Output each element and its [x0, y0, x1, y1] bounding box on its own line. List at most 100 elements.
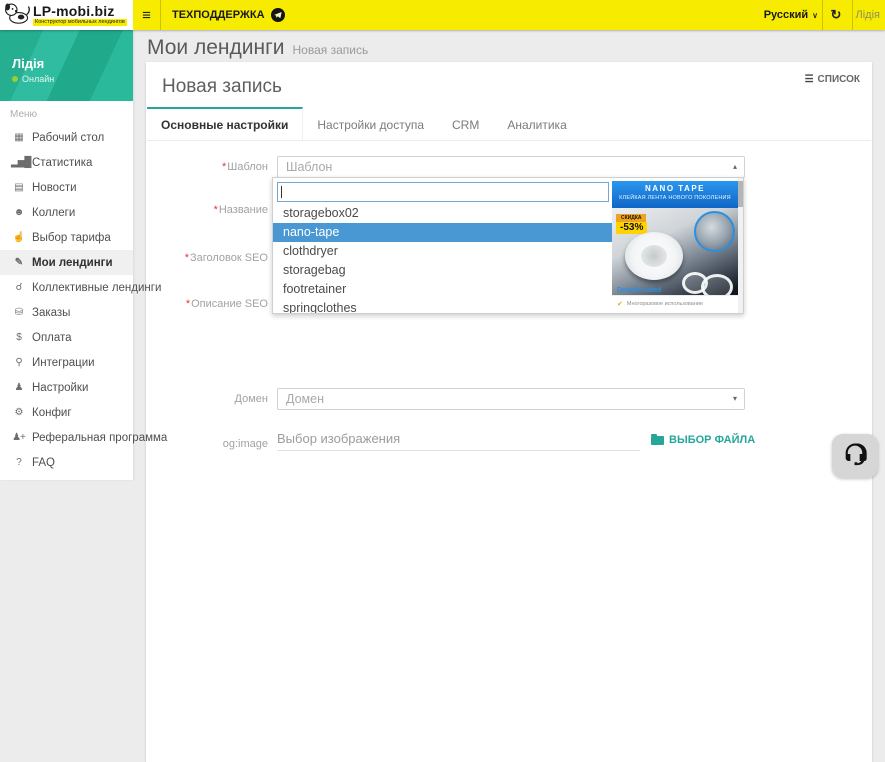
folder-icon — [651, 436, 664, 445]
new-record-card: Новая запись ☰ СПИСОК Основные настройки… — [146, 62, 872, 762]
dropdown-scrollbar[interactable] — [738, 178, 743, 313]
support-label: ТЕХПОДДЕРЖКА — [172, 9, 265, 21]
breadcrumb: Новая запись — [292, 43, 368, 57]
user-panel: Лідія Онлайн — [0, 30, 133, 101]
user-plus-icon: ♟+ — [11, 432, 26, 443]
discount-value: -53% — [616, 222, 647, 234]
preview-feature-text: Многоразовое использование — [627, 301, 703, 307]
sidebar-item-my-landings[interactable]: ✎Мои лендинги — [0, 250, 133, 275]
sidebar-item-faq[interactable]: ?FAQ — [0, 450, 133, 475]
sidebar-item-referral[interactable]: ♟+Реферальная программа — [0, 425, 133, 450]
sidebar-item-desktop[interactable]: ▦Рабочий стол — [0, 125, 133, 150]
tab-analytics[interactable]: Аналитика — [493, 109, 580, 140]
headset-icon — [840, 440, 870, 473]
name-label: *Название — [146, 204, 268, 216]
dropdown-options-list: storagebox02 nano-tape clothdryer storag… — [273, 204, 613, 314]
support-button[interactable]: ТЕХПОДДЕРЖКА — [172, 0, 285, 30]
topbar-username[interactable]: Лідія — [853, 0, 883, 30]
logo[interactable]: LP-mobi.biz Конструктор мобильных лендин… — [0, 0, 133, 30]
hamburger-menu-icon[interactable]: ≡ — [133, 0, 160, 30]
person-icon: ♟ — [11, 382, 26, 393]
sidebar-menu: ▦Рабочий стол ▂▅█Статистика ▤Новости ☻Ко… — [0, 125, 133, 475]
seo-description-label: *Описание SEO — [146, 298, 268, 310]
dollar-icon: $ — [11, 332, 26, 343]
tab-crm[interactable]: CRM — [438, 109, 493, 140]
arrow-up-icon: ▴ — [733, 157, 737, 177]
domain-select[interactable]: Домен ▾ — [277, 388, 745, 410]
page-title: Мои лендинги — [147, 36, 284, 60]
ogimage-input[interactable]: Выбор изображения — [277, 428, 640, 451]
sidebar-item-tariff[interactable]: ☝Выбор тарифа — [0, 225, 133, 250]
dropdown-option[interactable]: springclothes — [273, 299, 613, 314]
share-icon: ☌ — [11, 282, 26, 293]
dropdown-search-input[interactable] — [277, 182, 609, 202]
chart-icon: ▂▅█ — [11, 157, 26, 168]
text-caret — [281, 186, 282, 198]
template-select[interactable]: Шаблон ▴ — [277, 156, 745, 178]
seo-title-label: *Заголовок SEO — [146, 252, 268, 264]
template-dropdown-panel: storagebox02 nano-tape clothdryer storag… — [272, 177, 744, 314]
gear-icon: ⚙ — [11, 407, 26, 418]
sidebar-item-payment[interactable]: $Оплата — [0, 325, 133, 350]
preview-title: NANO TAPE — [612, 184, 738, 193]
tab-access-settings[interactable]: Настройки доступа — [303, 109, 438, 140]
plug-icon: ⚲ — [11, 357, 26, 368]
sidebar-item-config[interactable]: ⚙Конфиг — [0, 400, 133, 425]
sidebar-item-collective-landings[interactable]: ☌Коллективные лендинги — [0, 275, 133, 300]
preview-header: NANO TAPE КЛЕЙКАЯ ЛЕНТА НОВОГО ПОКОЛЕНИЯ — [612, 181, 738, 208]
cart-icon: ⛁ — [11, 307, 26, 318]
topbar-divider — [160, 0, 161, 30]
dropdown-option[interactable]: clothdryer — [273, 242, 613, 261]
dropdown-option-selected[interactable]: nano-tape — [273, 223, 613, 242]
user-name: Лідія — [12, 56, 44, 71]
card-title: Новая запись — [162, 76, 282, 98]
hand-icon: ☝ — [11, 232, 26, 243]
dropdown-scrollbar-thumb[interactable] — [738, 181, 743, 207]
sidebar-item-settings[interactable]: ♟Настройки — [0, 375, 133, 400]
check-icon: ✔ — [617, 300, 623, 308]
telegram-icon — [271, 8, 285, 22]
sidebar-item-integrations[interactable]: ⚲Интеграции — [0, 350, 133, 375]
online-status-dot — [12, 76, 18, 82]
tab-main-settings[interactable]: Основные настройки — [147, 107, 303, 140]
news-icon: ▤ — [11, 182, 26, 193]
list-button[interactable]: ☰ СПИСОК — [805, 74, 860, 85]
language-selector[interactable]: Русский ∨ — [764, 0, 818, 30]
template-label: *Шаблон — [146, 161, 268, 173]
user-status: Онлайн — [12, 74, 54, 84]
question-icon: ? — [11, 457, 26, 468]
choose-file-button[interactable]: ВЫБОР ФАЙЛА — [651, 434, 755, 446]
topbar: LP-mobi.biz Конструктор мобильных лендин… — [0, 0, 885, 30]
template-preview-image: NANO TAPE КЛЕЙКАЯ ЛЕНТА НОВОГО ПОКОЛЕНИЯ… — [612, 181, 738, 311]
pencil-icon: ✎ — [11, 257, 26, 268]
tape-roll-image — [625, 232, 683, 280]
tabs: Основные настройки Настройки доступа CRM… — [147, 109, 871, 141]
dropdown-option[interactable]: storagebag — [273, 261, 613, 280]
support-chat-widget[interactable] — [832, 434, 878, 478]
sidebar-item-colleagues[interactable]: ☻Коллеги — [0, 200, 133, 225]
topbar-divider — [822, 0, 823, 30]
preview-note: Double-sided — [617, 287, 661, 294]
logo-subtitle: Конструктор мобильных лендингов — [33, 19, 127, 27]
language-label: Русский — [764, 9, 808, 21]
sidebar-item-statistics[interactable]: ▂▅█Статистика — [0, 150, 133, 175]
discount-label: СКИДКА — [616, 214, 646, 222]
sidebar-item-news[interactable]: ▤Новости — [0, 175, 133, 200]
sidebar-item-orders[interactable]: ⛁Заказы — [0, 300, 133, 325]
logo-title: LP-mobi.biz — [33, 4, 127, 18]
preview-inset-photo — [694, 211, 735, 252]
arrow-down-icon: ▾ — [733, 389, 737, 409]
page-header: Мои лендинги Новая запись — [147, 36, 368, 60]
preview-subtitle: КЛЕЙКАЯ ЛЕНТА НОВОГО ПОКОЛЕНИЯ — [612, 195, 738, 201]
dropdown-option[interactable]: footretainer — [273, 280, 613, 299]
list-icon: ☰ — [805, 74, 814, 85]
desktop-icon: ▦ — [11, 132, 26, 143]
domain-label: Домен — [146, 393, 268, 405]
tape-ring-image — [701, 274, 733, 295]
menu-section-label: Меню — [0, 101, 133, 125]
refresh-icon[interactable]: ↻ — [824, 0, 848, 30]
dropdown-option[interactable]: storagebox02 — [273, 204, 613, 223]
preview-feature-row: ✔ Многоразовое использование — [612, 295, 738, 311]
users-icon: ☻ — [11, 207, 26, 218]
dog-logo-icon — [4, 1, 30, 30]
